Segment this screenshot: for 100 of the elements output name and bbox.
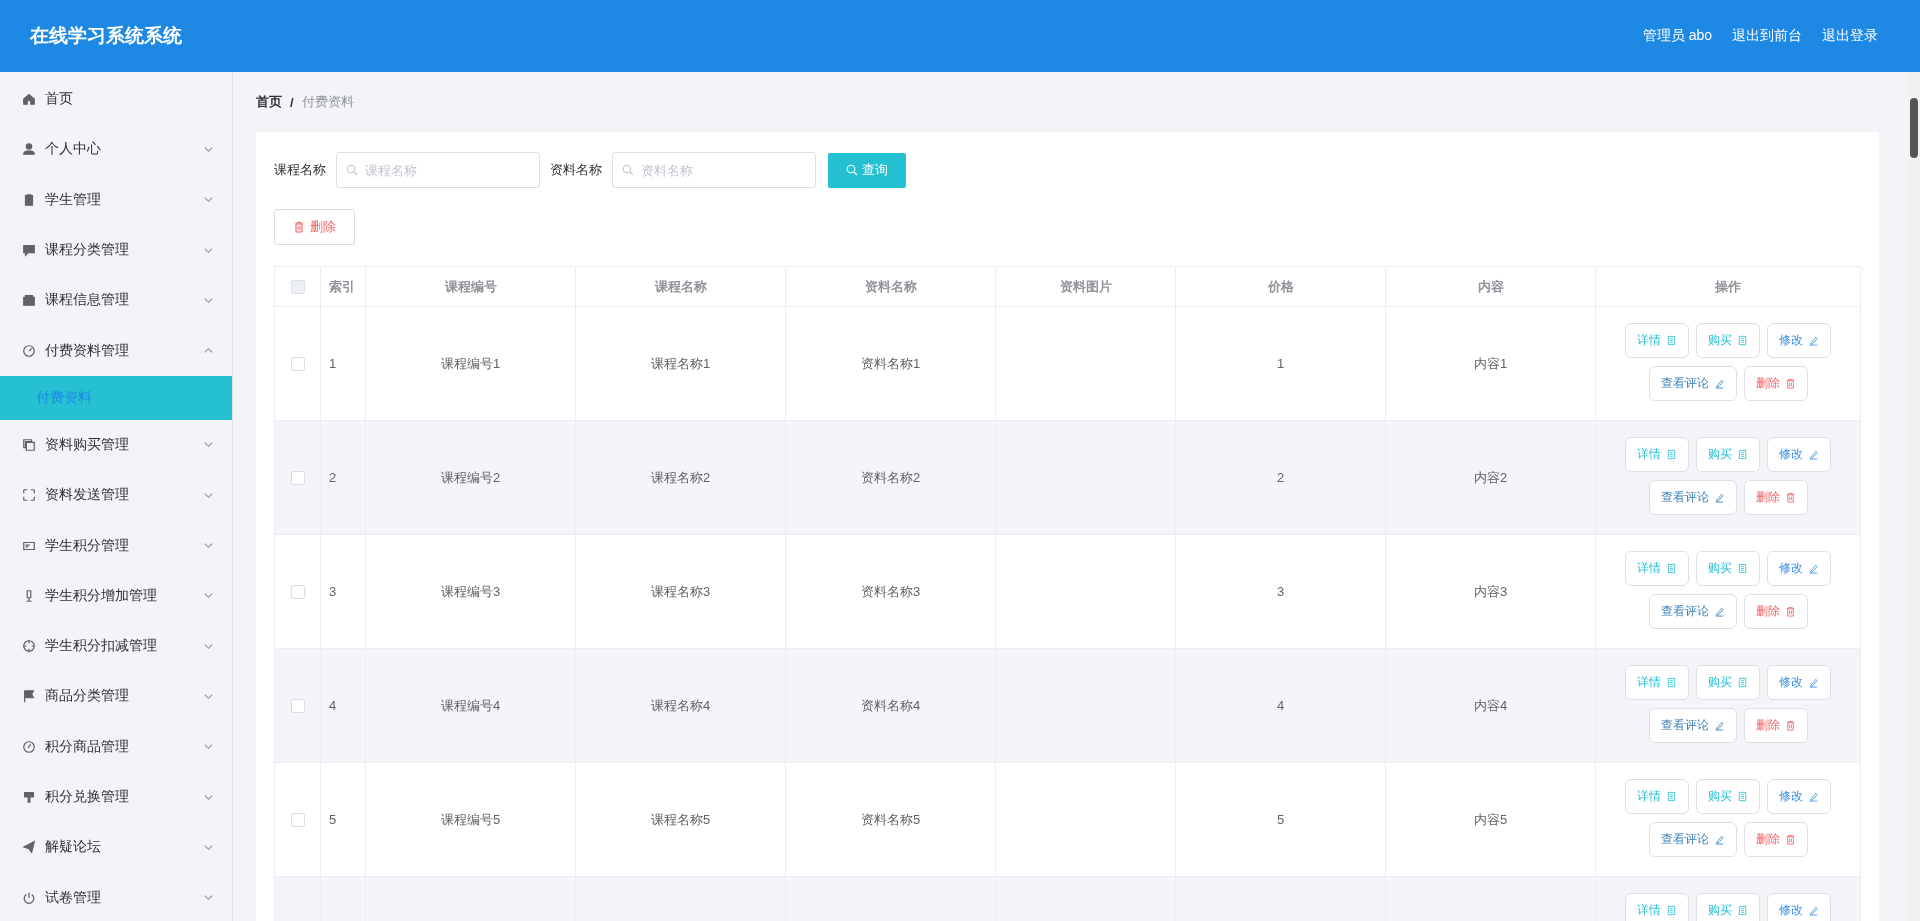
search-button[interactable]: 查询 (828, 152, 906, 188)
sidebar-item[interactable]: 试卷管理 (0, 872, 232, 921)
search-field[interactable]: 课程名称 (336, 152, 540, 188)
sidebar-item[interactable]: 资料发送管理 (0, 470, 232, 521)
pencil-icon (1808, 905, 1819, 916)
detail-button[interactable]: 详情 (1625, 323, 1689, 358)
chat-icon (22, 243, 36, 258)
buy-button[interactable]: 购买 (1696, 893, 1760, 921)
table-cell: 资料名称4 (860, 696, 921, 715)
sidebar-item-label: 课程信息管理 (45, 291, 130, 310)
sidebar-item[interactable]: 学生积分管理 (0, 520, 232, 571)
row-checkbox[interactable] (290, 698, 305, 713)
edit-button[interactable]: 修改 (1767, 893, 1831, 921)
trash-icon (1784, 492, 1796, 503)
document-icon (1737, 791, 1748, 802)
detail-button[interactable]: 详情 (1625, 551, 1689, 586)
document-icon (1666, 563, 1677, 574)
table-cell: 课程编号3 (440, 582, 501, 601)
buy-button[interactable]: 购买 (1696, 665, 1760, 700)
search-field[interactable]: 资料名称 (612, 152, 816, 188)
table-cell: 课程编号5 (440, 810, 501, 829)
sidebar-item[interactable]: 课程信息管理 (0, 275, 232, 326)
delete-button[interactable]: 删除 (1743, 480, 1808, 515)
document-icon (1737, 449, 1748, 460)
pencil-icon (1808, 677, 1819, 688)
sidebar-item[interactable]: 解疑论坛 (0, 822, 232, 873)
edit-button[interactable]: 修改 (1767, 437, 1831, 472)
column-header: 内容 (1386, 267, 1596, 307)
sidebar-item-label: 积分商品管理 (45, 737, 130, 756)
detail-button[interactable]: 详情 (1625, 779, 1689, 814)
sidebar-item[interactable]: 商品分类管理 (0, 671, 232, 722)
document-icon (1666, 677, 1677, 688)
table-cell: 3 (1276, 584, 1285, 599)
table-cell: 课程名称3 (650, 582, 711, 601)
document-icon (1737, 905, 1748, 916)
breadcrumb-item[interactable]: 付费资料 (301, 93, 354, 111)
sidebar-item[interactable]: 资料购买管理 (0, 419, 232, 471)
select-all-checkbox[interactable] (290, 279, 305, 294)
delete-button[interactable]: 删除 (1743, 708, 1808, 743)
comment-button[interactable]: 查看评论 (1648, 480, 1737, 515)
sidebar-item[interactable]: 学生管理 (0, 174, 232, 225)
stamp-icon (22, 790, 36, 804)
table-cell: 3 (329, 584, 337, 599)
detail-button[interactable]: 详情 (1625, 893, 1689, 921)
pencil-icon (1808, 563, 1819, 574)
pencil-icon (1713, 492, 1725, 503)
comment-button[interactable]: 查看评论 (1648, 708, 1737, 743)
sidebar-item[interactable]: 积分兑换管理 (0, 771, 232, 823)
sidebar-item-label: 个人中心 (45, 140, 102, 159)
trash-icon (1784, 834, 1796, 845)
buy-button[interactable]: 购买 (1696, 323, 1760, 358)
detail-button[interactable]: 详情 (1625, 665, 1689, 700)
sidebar-item-label: 付费资料管理 (45, 341, 130, 360)
delete-button[interactable]: 删除 (274, 209, 355, 245)
sidebar-item[interactable]: 个人中心 (0, 124, 232, 175)
sidebar-item[interactable]: 首页 (0, 74, 232, 125)
edit-button[interactable]: 修改 (1767, 551, 1831, 586)
header-link[interactable]: 退出到前台 (1732, 27, 1802, 45)
column-header: 课程编号 (366, 267, 576, 307)
comment-button[interactable]: 查看评论 (1648, 366, 1737, 401)
pencil-icon (1713, 720, 1725, 731)
table-cell: 4 (1276, 698, 1285, 713)
user-icon (22, 142, 36, 157)
buy-button[interactable]: 购买 (1696, 779, 1760, 814)
comment-button[interactable]: 查看评论 (1648, 822, 1737, 857)
sidebar-item-label: 商品分类管理 (45, 687, 130, 706)
table-cell: 1 (1276, 356, 1285, 371)
row-checkbox[interactable] (290, 356, 305, 371)
sidebar-item[interactable]: 积分商品管理 (0, 721, 232, 772)
table-cell: 2 (329, 470, 337, 485)
detail-button[interactable]: 详情 (1625, 437, 1689, 472)
buy-button[interactable]: 购买 (1696, 437, 1760, 472)
sidebar-item-label: 解疑论坛 (45, 838, 102, 857)
header-link[interactable]: 管理员 abo (1642, 27, 1712, 45)
sidebar-item[interactable]: 学生积分增加管理 (0, 570, 232, 621)
scrollbar-thumb[interactable] (1910, 98, 1918, 158)
home-icon (22, 92, 36, 107)
row-checkbox[interactable] (290, 584, 305, 599)
delete-button[interactable]: 删除 (1743, 366, 1808, 401)
trash-icon (1784, 606, 1796, 617)
sidebar-item[interactable]: 学生积分扣减管理 (0, 620, 232, 672)
sidebar-item[interactable]: 课程分类管理 (0, 224, 232, 276)
delete-button[interactable]: 删除 (1743, 594, 1808, 629)
header-link[interactable]: 退出登录 (1822, 27, 1878, 45)
comment-button[interactable]: 查看评论 (1648, 594, 1737, 629)
edit-button[interactable]: 修改 (1767, 665, 1831, 700)
buy-button[interactable]: 购买 (1696, 551, 1760, 586)
breadcrumb-item[interactable]: 首页 (256, 93, 282, 111)
row-checkbox[interactable] (290, 812, 305, 827)
pencil-icon (1808, 335, 1819, 346)
table-cell: 课程名称1 (650, 354, 711, 373)
frame-icon (22, 488, 36, 503)
sidebar-item[interactable]: 付费资料管理 (0, 325, 232, 376)
pencil-icon (1713, 378, 1725, 389)
table-cell: 5 (329, 812, 337, 827)
field-label: 课程名称 (274, 161, 326, 179)
edit-button[interactable]: 修改 (1767, 779, 1831, 814)
row-checkbox[interactable] (290, 470, 305, 485)
edit-button[interactable]: 修改 (1767, 323, 1831, 358)
delete-button[interactable]: 删除 (1743, 822, 1808, 857)
